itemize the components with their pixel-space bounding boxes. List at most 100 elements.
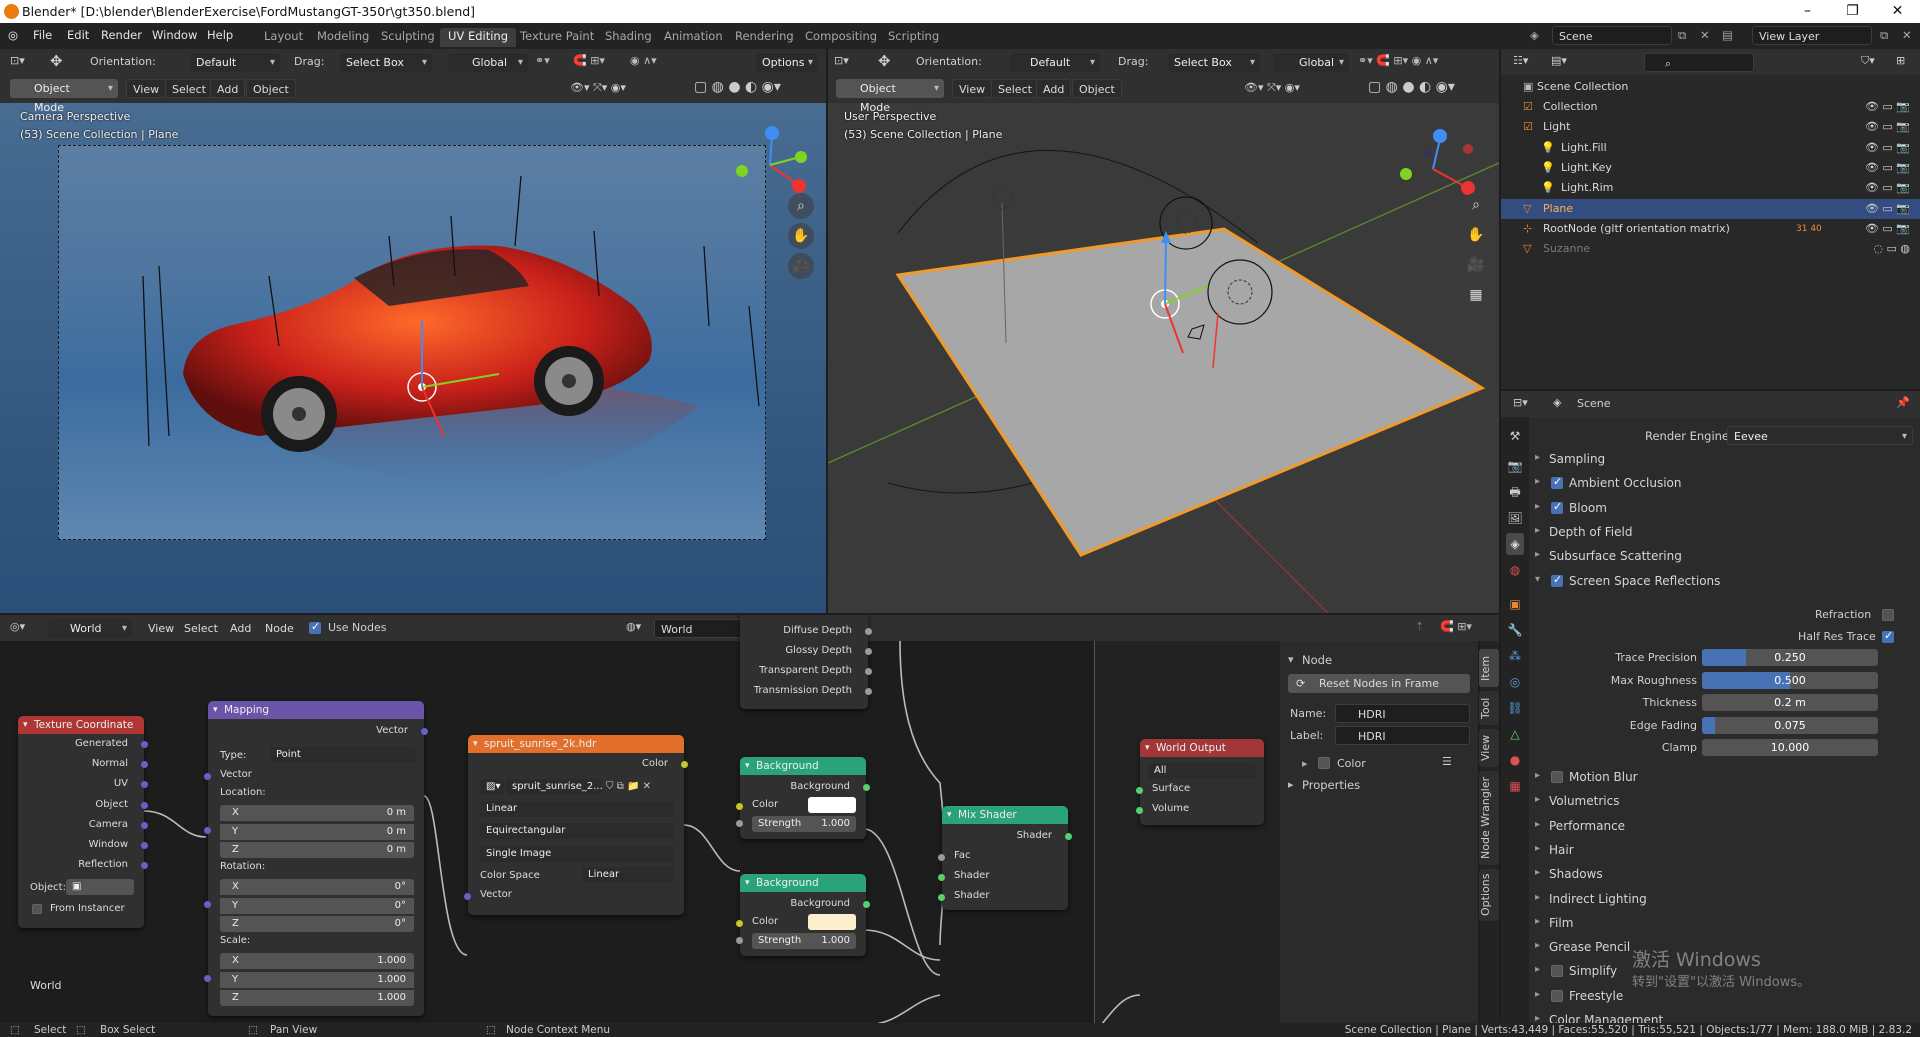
node-name-input[interactable]: HDRI bbox=[1335, 704, 1470, 723]
color-expand-icon[interactable]: ▸ bbox=[1302, 757, 1308, 770]
transform-orientation-dropdown[interactable]: Global bbox=[448, 53, 528, 72]
outliner-row[interactable]: 💡 Light.Fill 👁 ▭ 📷 bbox=[1501, 138, 1920, 158]
properties-section[interactable]: ▸ Ambient Occlusion bbox=[1529, 473, 1920, 495]
menu-edit[interactable]: Edit bbox=[67, 28, 89, 42]
viewport-menu-add[interactable]: Add bbox=[1036, 79, 1072, 98]
input-socket[interactable] bbox=[204, 827, 211, 834]
properties-section[interactable]: ▸ Bloom bbox=[1529, 498, 1920, 520]
volume-input-socket[interactable] bbox=[1136, 807, 1143, 814]
input-socket[interactable] bbox=[464, 893, 471, 900]
ssr-slider[interactable]: 0.500 bbox=[1702, 671, 1878, 689]
section-expand-icon[interactable]: ▸ bbox=[1535, 843, 1540, 854]
section-expand-icon[interactable]: ▸ bbox=[1535, 452, 1540, 463]
section-expand-icon[interactable]: ▸ bbox=[1535, 867, 1540, 878]
workspace-tab-shading[interactable]: Shading bbox=[597, 28, 660, 47]
object-tab-icon[interactable]: ▣ bbox=[1506, 593, 1524, 615]
section-expand-icon[interactable]: ▸ bbox=[1535, 940, 1540, 951]
shading-mode-icons[interactable]: ▢ ◍ ● ◐ ◉▾ bbox=[694, 79, 781, 95]
section-expand-icon[interactable]: ▸ bbox=[1535, 892, 1540, 903]
outliner-row[interactable]: 💡 Light.Rim 👁 ▭ 📷 bbox=[1501, 178, 1920, 198]
viewport-user[interactable]: ⊡▾ ✥ Orientation: Default Drag: Select B… bbox=[828, 49, 1499, 613]
visibility-toggle-icons[interactable]: 👁 ▭ 📷 bbox=[1865, 117, 1910, 137]
image-actions-icons[interactable]: ⛉ ⧉ 📁 ✕ bbox=[606, 781, 651, 792]
workspace-tab-uv-editing[interactable]: UV Editing bbox=[440, 28, 516, 47]
input-socket[interactable] bbox=[204, 773, 211, 780]
render-tab-icon[interactable]: 📷 bbox=[1506, 455, 1524, 477]
output-socket[interactable] bbox=[141, 842, 148, 849]
workspace-tab-rendering[interactable]: Rendering bbox=[727, 28, 802, 47]
object-field[interactable]: ▣ bbox=[66, 879, 134, 895]
section-enable-checkbox[interactable] bbox=[1551, 475, 1563, 490]
output-socket[interactable] bbox=[1065, 833, 1072, 840]
properties-section[interactable]: ▸ Subsurface Scattering bbox=[1529, 546, 1920, 568]
section-expand-icon[interactable]: ▸ bbox=[1535, 549, 1540, 560]
shader-type-dropdown[interactable]: World bbox=[48, 619, 132, 638]
editor-type-icon[interactable]: ◎▾ bbox=[10, 620, 25, 633]
outliner-row[interactable]: ☑ Collection 👁 ▭ 📷 bbox=[1501, 97, 1920, 117]
node-texture-coordinate[interactable]: Texture Coordinate Generated Normal UV Obje… bbox=[18, 716, 148, 928]
delete-view-layer-icon[interactable]: ✕ bbox=[1902, 28, 1912, 42]
properties-section[interactable]: ▾ Screen Space Reflections bbox=[1529, 571, 1920, 593]
sidebar-tab-options[interactable]: Options bbox=[1479, 869, 1499, 921]
panel-collapse-icon[interactable]: ▾ bbox=[1288, 653, 1294, 666]
output-socket[interactable] bbox=[865, 668, 872, 675]
object-mode-dropdown[interactable]: Object Mode bbox=[836, 79, 944, 114]
camera-view-canvas[interactable]: Object Mode View Select Add Object 👁▾ ⤧▾… bbox=[0, 75, 826, 613]
texture-tab-icon[interactable]: ▦ bbox=[1506, 775, 1524, 797]
mapping-rotation-field[interactable]: Y 0° bbox=[220, 897, 414, 914]
new-collection-icon[interactable]: ⊞ bbox=[1896, 54, 1905, 67]
viewport-camera[interactable]: ⊡▾ ✥ Orientation: Default Drag: Select B… bbox=[0, 49, 826, 613]
pivot-snap-icons[interactable]: ⚭▾ 🧲 ⊞▾ ◉ ∧▾ bbox=[1358, 54, 1438, 67]
delete-scene-icon[interactable]: ✕ bbox=[1700, 28, 1710, 42]
render-engine-dropdown[interactable]: Eevee bbox=[1727, 426, 1913, 446]
section-enable-checkbox[interactable] bbox=[1551, 500, 1563, 514]
visibility-toggle-icons[interactable]: 👁 ▭ 📷 bbox=[1865, 158, 1910, 178]
close-button[interactable]: ✕ bbox=[1875, 0, 1920, 23]
workspace-tab-animation[interactable]: Animation bbox=[656, 28, 731, 47]
pan-hand-icon[interactable]: ✋ bbox=[788, 223, 814, 249]
viewport-menu-add[interactable]: Add bbox=[210, 79, 246, 98]
node-environment-texture[interactable]: spruit_sunrise_2k.hdr Color ▨▾ spruit_su… bbox=[464, 735, 688, 915]
section-expand-icon[interactable]: ▸ bbox=[1535, 525, 1540, 536]
outliner-row[interactable]: ⊹ RootNode (gltf orientation matrix) 31 40… bbox=[1501, 219, 1920, 239]
section-enable-checkbox[interactable] bbox=[1551, 989, 1563, 1002]
transform-orientation-dropdown[interactable]: Global bbox=[1273, 53, 1349, 72]
orientation-dropdown[interactable]: Default bbox=[190, 53, 280, 72]
move-tool-icon[interactable]: ✥ bbox=[50, 52, 63, 70]
properties-section[interactable]: ▸ Volumetrics bbox=[1529, 791, 1920, 813]
node-menu-node[interactable]: Node bbox=[259, 619, 300, 638]
new-view-layer-icon[interactable]: ⧉ bbox=[1880, 28, 1888, 43]
reset-nodes-button[interactable]: ⟳ Reset Nodes in Frame bbox=[1288, 674, 1470, 693]
node-mapping[interactable]: Mapping Vector Type: Point Vector Locati… bbox=[204, 701, 428, 1016]
visibility-toggle-icons[interactable]: 👁 ▭ 📷 bbox=[1865, 219, 1910, 239]
menu-help[interactable]: Help bbox=[207, 28, 233, 42]
maximize-button[interactable]: ❐ bbox=[1830, 0, 1875, 23]
viewport-menu-select[interactable]: Select bbox=[165, 79, 213, 98]
object-mode-dropdown[interactable]: Object Mode bbox=[10, 79, 118, 114]
workspace-tab-layout[interactable]: Layout bbox=[256, 28, 311, 47]
physics-tab-icon[interactable]: ◎ bbox=[1506, 671, 1524, 693]
properties-section[interactable]: ▸ Hair bbox=[1529, 840, 1920, 862]
outliner-row[interactable]: ☑ Light 👁 ▭ 📷 bbox=[1501, 117, 1920, 137]
material-tab-icon[interactable]: ● bbox=[1506, 749, 1524, 771]
viewport-menu-object[interactable]: Object bbox=[1072, 79, 1122, 98]
outliner-search-input[interactable]: ⌕ bbox=[1644, 53, 1754, 72]
navigation-gizmo[interactable] bbox=[720, 115, 810, 205]
particles-tab-icon[interactable]: ⁂ bbox=[1506, 645, 1524, 667]
section-expand-icon[interactable]: ▸ bbox=[1535, 794, 1540, 805]
modifier-tab-icon[interactable]: 🔧 bbox=[1506, 619, 1524, 641]
display-mode-icon[interactable]: ▤▾ bbox=[1551, 54, 1567, 67]
tool-tab-icon[interactable]: ⚒ bbox=[1506, 425, 1524, 447]
pivot-icon[interactable]: ⚭▾ bbox=[535, 54, 550, 67]
view-layer-selector[interactable]: View Layer bbox=[1752, 26, 1872, 45]
visibility-toggle-icons[interactable]: 👁 ▭ 📷 bbox=[1865, 138, 1910, 158]
node-light-path[interactable]: Ray Depth Diffuse Depth Glossy Depth Transp… bbox=[740, 615, 872, 709]
properties-section[interactable]: ▸ Indirect Lighting bbox=[1529, 889, 1920, 911]
scene-selector[interactable]: Scene bbox=[1552, 26, 1672, 45]
mapping-location-field[interactable]: Y 0 m bbox=[220, 823, 414, 840]
color-space-dropdown[interactable]: Linear bbox=[582, 867, 674, 883]
properties-section[interactable]: ▸ Color Management bbox=[1529, 1010, 1920, 1023]
from-instancer-checkbox[interactable] bbox=[32, 904, 42, 914]
properties-editor-icon[interactable]: ⊟▾ bbox=[1513, 396, 1528, 409]
viewport-menu-object[interactable]: Object bbox=[246, 79, 296, 98]
